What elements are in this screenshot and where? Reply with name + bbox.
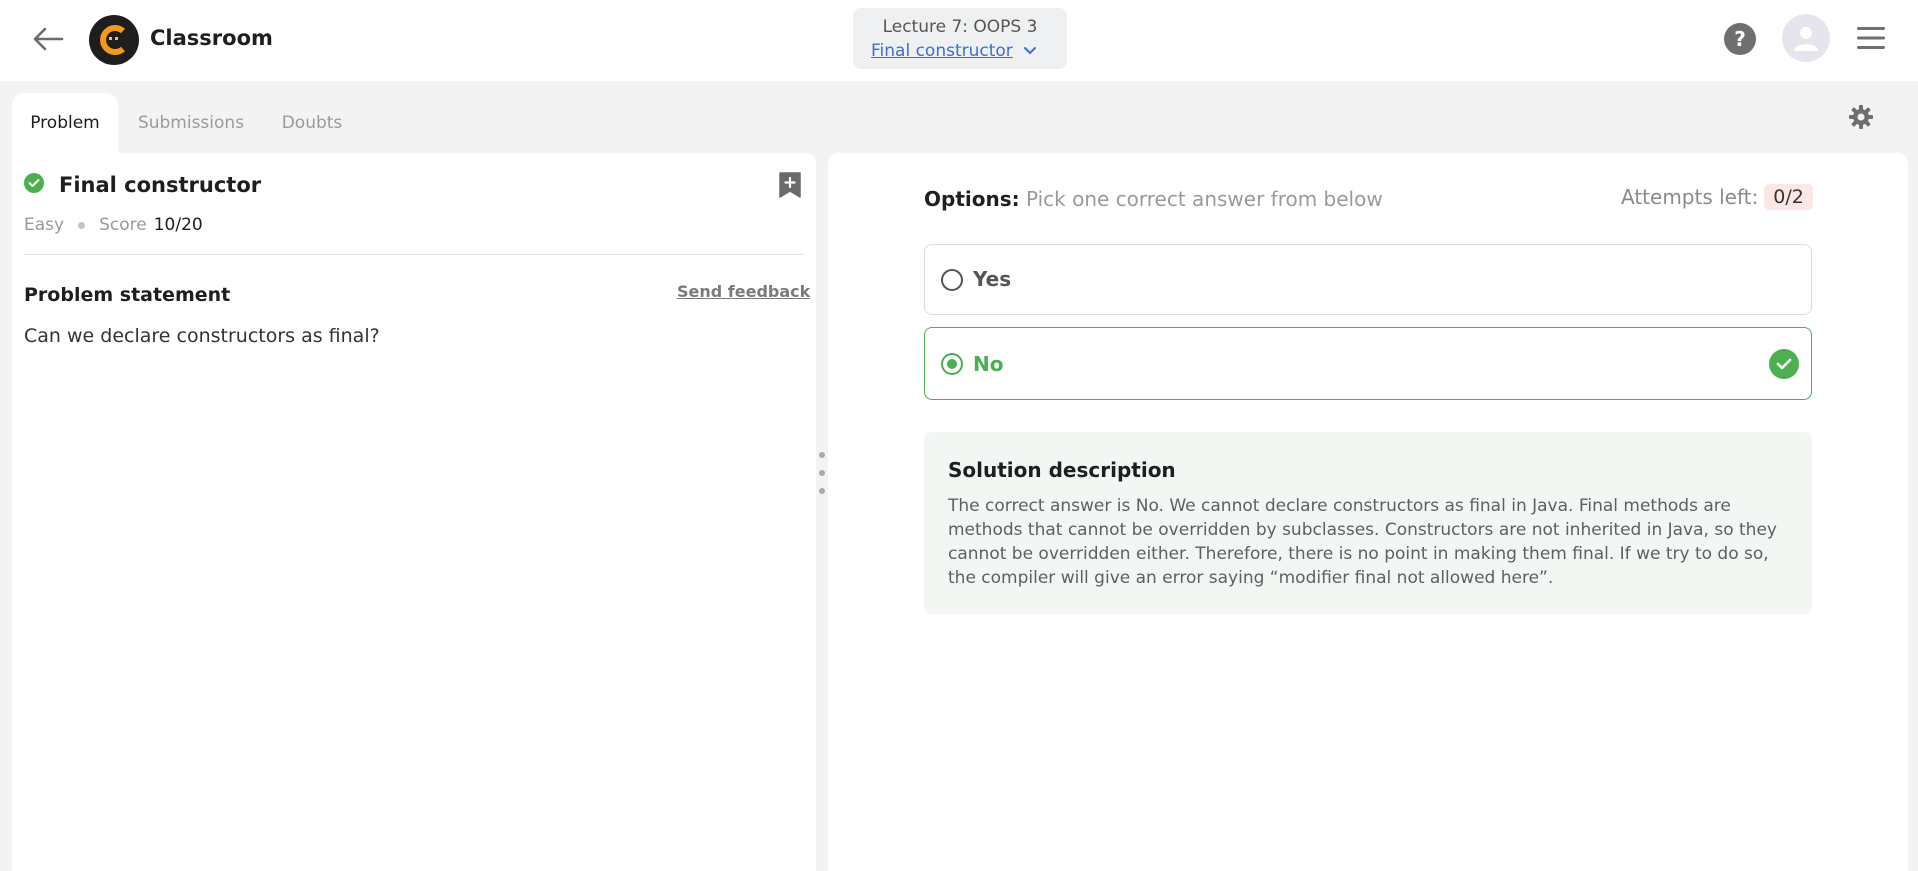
back-arrow-icon[interactable] [28,22,68,56]
solution-text: The correct answer is No. We cannot decl… [948,496,1777,588]
attempts-badge: 0/2 [1764,184,1813,210]
solution-title: Solution description [948,458,1176,482]
avatar[interactable] [1782,14,1830,62]
option-yes[interactable]: Yes [924,244,1812,315]
avatar-icon [1794,27,1818,51]
help-icon[interactable]: ? [1724,23,1756,55]
problem-panel: Final constructor Easy Score 10/20 Probl… [12,153,816,871]
radio-button-selected[interactable] [941,353,963,375]
options-instructions: Options: Pick one correct answer from be… [924,187,1383,211]
problem-meta: Easy Score 10/20 [24,215,203,235]
score-label: Score [99,215,147,235]
bookmark-add-icon[interactable] [778,171,802,199]
radio-button-unselected[interactable] [941,269,963,291]
solution-description: Solution description The correct answer … [924,432,1812,614]
chevron-down-icon[interactable] [1023,46,1037,56]
options-hint: Pick one correct answer from below [1025,187,1383,211]
problem-statement-heading: Problem statement [24,284,231,306]
correct-check-icon [1769,349,1799,379]
option-label: No [973,352,1004,376]
attempts-label: Attempts left: [1621,185,1759,209]
top-header: Classroom Lecture 7: OOPS 3 Final constr… [0,0,1918,81]
score-value: 10/20 [153,215,203,235]
logo-icon [89,15,139,65]
check-circle-icon [24,173,44,193]
problem-statement-text: Can we declare constructors as final? [24,325,380,347]
difficulty-label: Easy [24,215,65,235]
attempts-left: Attempts left: 0/2 [1621,184,1813,210]
app-title: Classroom [150,26,273,50]
tab-problem[interactable]: Problem [12,93,118,153]
option-label: Yes [973,267,1012,291]
lecture-selector[interactable]: Lecture 7: OOPS 3 Final constructor [853,8,1067,69]
separator-dot [78,221,86,229]
problem-title: Final constructor [59,173,262,197]
answer-panel: Options: Pick one correct answer from be… [828,153,1908,871]
option-no[interactable]: No [924,327,1812,400]
menu-icon[interactable] [1856,24,1886,52]
send-feedback-link[interactable]: Send feedback [677,282,810,301]
settings-gear-icon[interactable] [1848,104,1874,130]
problem-dropdown-link[interactable]: Final constructor [871,41,1037,61]
lecture-name: Lecture 7: OOPS 3 [882,17,1038,37]
options-label: Options: [924,187,1020,211]
problem-link-label[interactable]: Final constructor [871,41,1013,61]
divider [24,254,804,255]
tab-doubts[interactable]: Doubts [270,93,354,153]
tab-submissions[interactable]: Submissions [128,93,254,153]
resize-handle-icon[interactable] [816,450,828,504]
